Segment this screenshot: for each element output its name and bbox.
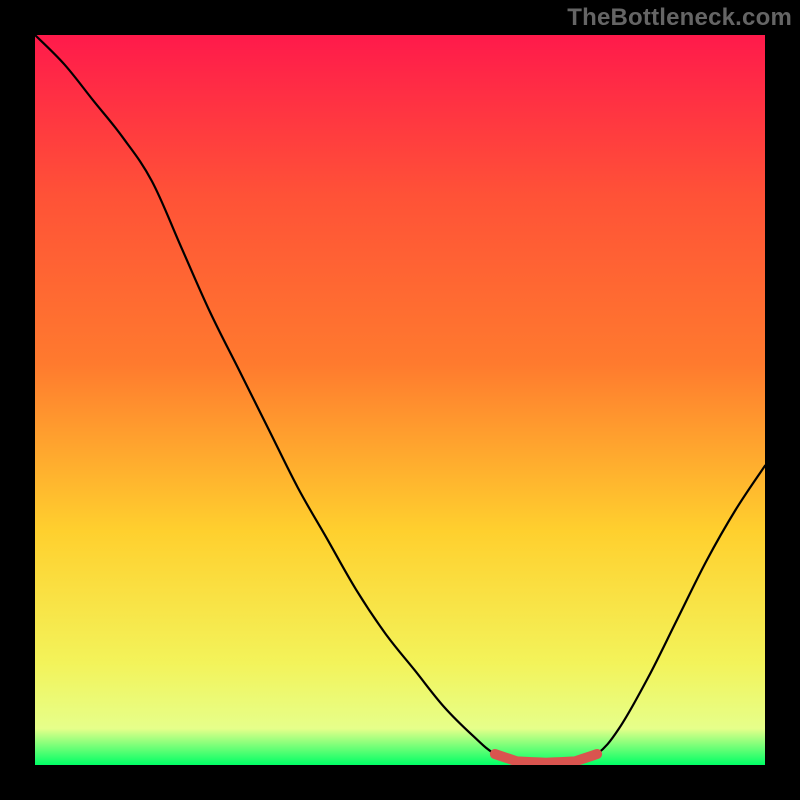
chart-frame: TheBottleneck.com	[0, 0, 800, 800]
watermark-text: TheBottleneck.com	[567, 4, 792, 32]
gradient-background	[35, 35, 765, 765]
plot-area	[35, 35, 765, 765]
plot-svg	[35, 35, 765, 765]
